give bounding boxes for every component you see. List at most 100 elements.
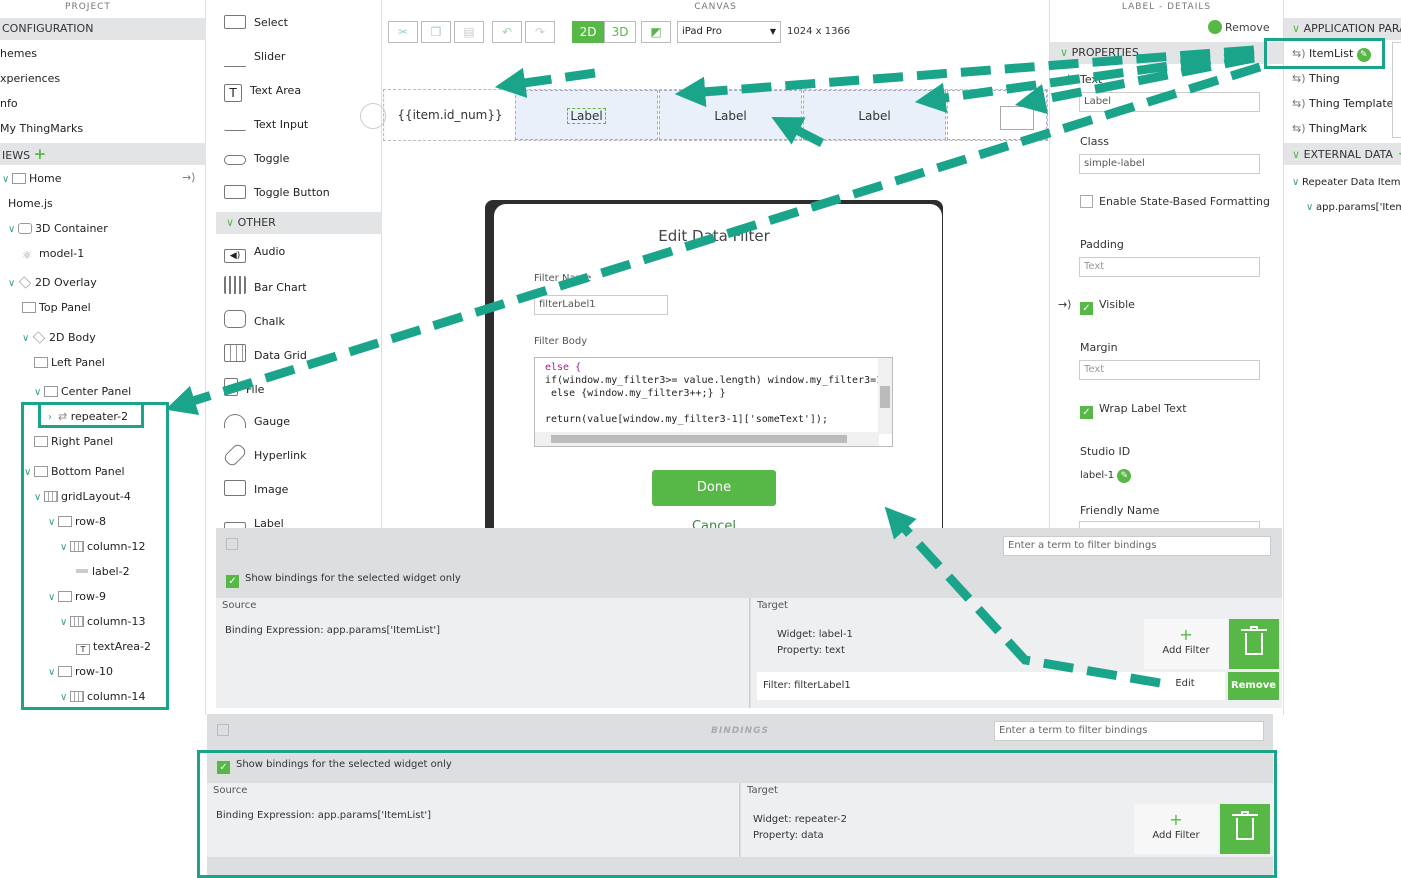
config-item-thingmarks[interactable]: My ThingMarks bbox=[0, 121, 83, 137]
widget-image[interactable]: Image bbox=[224, 480, 288, 500]
editor-vscroll[interactable] bbox=[878, 358, 892, 434]
trash-icon bbox=[1208, 20, 1222, 34]
widget-data-grid[interactable]: Data Grid bbox=[224, 344, 307, 364]
app-params-section[interactable]: ∨ APPLICATION PARA bbox=[1284, 18, 1401, 40]
navigate-icon[interactable]: →⟩ bbox=[182, 171, 196, 184]
cell-label-1[interactable]: Label bbox=[515, 90, 658, 140]
widget-text-input[interactable]: Text Input bbox=[224, 115, 308, 135]
param-thing-template[interactable]: ⇆) Thing Template bbox=[1292, 96, 1393, 112]
annotation-frame-tree bbox=[21, 402, 169, 710]
tree-center-panel[interactable]: ∨ Center Panel bbox=[34, 384, 131, 400]
copy-button[interactable]: ❐ bbox=[421, 21, 451, 43]
mode-2d-button[interactable]: 2D bbox=[572, 21, 604, 43]
filter-body-editor[interactable]: else { if(window.my_filter3>= value.leng… bbox=[534, 357, 893, 447]
tree-2d-overlay[interactable]: ∨ 2D Overlay bbox=[8, 275, 97, 291]
show-selected-checkbox[interactable]: ✓ Show bindings for the selected widget o… bbox=[226, 573, 461, 588]
class-prop-input[interactable]: simple-label bbox=[1079, 154, 1260, 174]
cell-item-id[interactable]: {{item.id_num}} bbox=[386, 90, 514, 140]
tree-home[interactable]: ∨ Home bbox=[2, 171, 61, 187]
paste-button[interactable]: ▤ bbox=[454, 21, 484, 43]
views-section[interactable]: IEWS + bbox=[0, 143, 206, 165]
remove-widget-button[interactable]: Remove bbox=[1208, 20, 1270, 34]
binding-arrow-icon[interactable]: →⟩ bbox=[1058, 73, 1072, 86]
source-column: Source Binding Expression: app.params['I… bbox=[216, 598, 750, 708]
widget-chalk[interactable]: Chalk bbox=[224, 310, 285, 330]
add-filter-button[interactable]: + Add Filter bbox=[1144, 619, 1228, 669]
state-formatting-checkbox[interactable]: Enable State-Based Formatting bbox=[1080, 195, 1270, 208]
canvas-header: CANVAS bbox=[694, 2, 737, 12]
other-section[interactable]: ∨ OTHER bbox=[216, 212, 382, 234]
visible-checkbox[interactable]: ✓ Visible bbox=[1080, 298, 1135, 315]
margin-prop-input[interactable]: Text bbox=[1079, 360, 1260, 380]
tree-model-1[interactable]: ⚛ model-1 bbox=[22, 246, 84, 262]
textinput-icon bbox=[224, 117, 246, 131]
widget-slider[interactable]: Slider bbox=[224, 47, 285, 67]
target-column: Target Widget: label-1 Property: text + A… bbox=[751, 598, 1282, 708]
text-prop-input[interactable]: Label bbox=[1079, 92, 1260, 112]
tree-2d-body[interactable]: ∨ 2D Body bbox=[22, 330, 96, 346]
done-button[interactable]: Done bbox=[652, 470, 776, 506]
widget-bar-chart[interactable]: Bar Chart bbox=[224, 276, 307, 296]
cell-label-2[interactable]: Label bbox=[659, 90, 802, 140]
edit-filter-button[interactable]: Edit bbox=[1150, 678, 1220, 689]
tree-homejs[interactable]: Home.js bbox=[8, 196, 53, 212]
widget-file[interactable]: File bbox=[224, 378, 264, 398]
external-data-section[interactable]: ∨ EXTERNAL DATA + bbox=[1284, 143, 1401, 165]
bindings-filter-input[interactable]: Enter a term to filter bindings bbox=[1003, 536, 1271, 556]
popout-icon[interactable] bbox=[226, 538, 238, 550]
repeater-data-item[interactable]: ∨ Repeater Data Item bbox=[1292, 175, 1400, 191]
cell-image[interactable] bbox=[947, 90, 1047, 140]
param-thingmark[interactable]: ⇆) ThingMark bbox=[1292, 121, 1367, 137]
widget-audio[interactable]: ◀) Audio bbox=[224, 242, 285, 263]
link-icon: ⇆) bbox=[1292, 72, 1310, 85]
config-item-themes[interactable]: hemes bbox=[0, 46, 37, 62]
wrap-text-checkbox[interactable]: ✓ Wrap Label Text bbox=[1080, 402, 1187, 419]
target-header: Target bbox=[757, 600, 788, 611]
widget-select[interactable]: Select bbox=[224, 13, 288, 33]
filter-name: Filter: filterLabel1 bbox=[763, 680, 851, 691]
visible-binding-icon[interactable]: →⟩ bbox=[1058, 298, 1072, 311]
properties-section[interactable]: ∨ PROPERTIES bbox=[1050, 42, 1283, 64]
select-icon bbox=[224, 15, 246, 29]
config-item-experiences[interactable]: xperiences bbox=[0, 71, 60, 87]
filter-name-input[interactable]: filterLabel1 bbox=[534, 295, 668, 315]
add-data-icon[interactable]: + bbox=[1393, 146, 1401, 162]
widget-toggle-button[interactable]: Toggle Button bbox=[224, 183, 330, 203]
config-item-info[interactable]: nfo bbox=[0, 96, 18, 112]
plus-icon: + bbox=[1179, 625, 1193, 644]
tree-left-panel[interactable]: Left Panel bbox=[34, 355, 105, 371]
widget-gauge[interactable]: Gauge bbox=[224, 412, 290, 432]
bar-chart-icon bbox=[224, 276, 246, 294]
mode-3d-button[interactable]: 3D bbox=[604, 21, 636, 43]
studio-id-value: label-1 ✎ bbox=[1080, 469, 1132, 483]
cut-button[interactable]: ✂ bbox=[388, 21, 418, 43]
annotation-frame-itemlist bbox=[1264, 38, 1385, 69]
remove-filter-button[interactable]: Remove bbox=[1228, 672, 1279, 700]
tree-top-panel[interactable]: Top Panel bbox=[22, 300, 91, 316]
widget-text-area[interactable]: T Text Area bbox=[224, 81, 301, 102]
check-icon: ✓ bbox=[1080, 302, 1093, 315]
configuration-section[interactable]: CONFIGURATION bbox=[0, 18, 206, 40]
edit-pencil-icon[interactable]: ✎ bbox=[1117, 469, 1132, 483]
redo-button[interactable]: ↷ bbox=[525, 21, 555, 43]
cell-label-3[interactable]: Label bbox=[803, 90, 946, 140]
param-thing[interactable]: ⇆) Thing bbox=[1292, 71, 1340, 87]
orientation-button[interactable]: ◩ bbox=[641, 21, 671, 43]
device-select[interactable]: iPad Pro ▼ bbox=[677, 21, 781, 43]
panel-icon bbox=[34, 357, 48, 368]
add-view-icon[interactable]: + bbox=[34, 145, 47, 163]
widget-toggle[interactable]: Toggle bbox=[224, 149, 289, 169]
params-item[interactable]: ∨ app.params['Item bbox=[1306, 200, 1401, 216]
editor-hscroll[interactable] bbox=[535, 432, 879, 446]
class-prop-label: Class bbox=[1080, 135, 1109, 148]
tree-3d-container[interactable]: ∨ 3D Container bbox=[8, 221, 108, 237]
target-property: Property: text bbox=[777, 645, 845, 656]
cube-icon bbox=[18, 223, 32, 234]
widget-hyperlink[interactable]: Hyperlink bbox=[222, 442, 307, 468]
model-icon: ⚛ bbox=[22, 248, 36, 262]
undo-button[interactable]: ↶ bbox=[492, 21, 522, 43]
edit-filter-dialog: Edit Data Filter Filter Name filterLabel… bbox=[494, 204, 942, 562]
delete-binding-button[interactable] bbox=[1229, 619, 1279, 669]
bindings-filter-input[interactable]: Enter a term to filter bindings bbox=[994, 721, 1264, 741]
padding-prop-input[interactable]: Text bbox=[1079, 257, 1260, 277]
